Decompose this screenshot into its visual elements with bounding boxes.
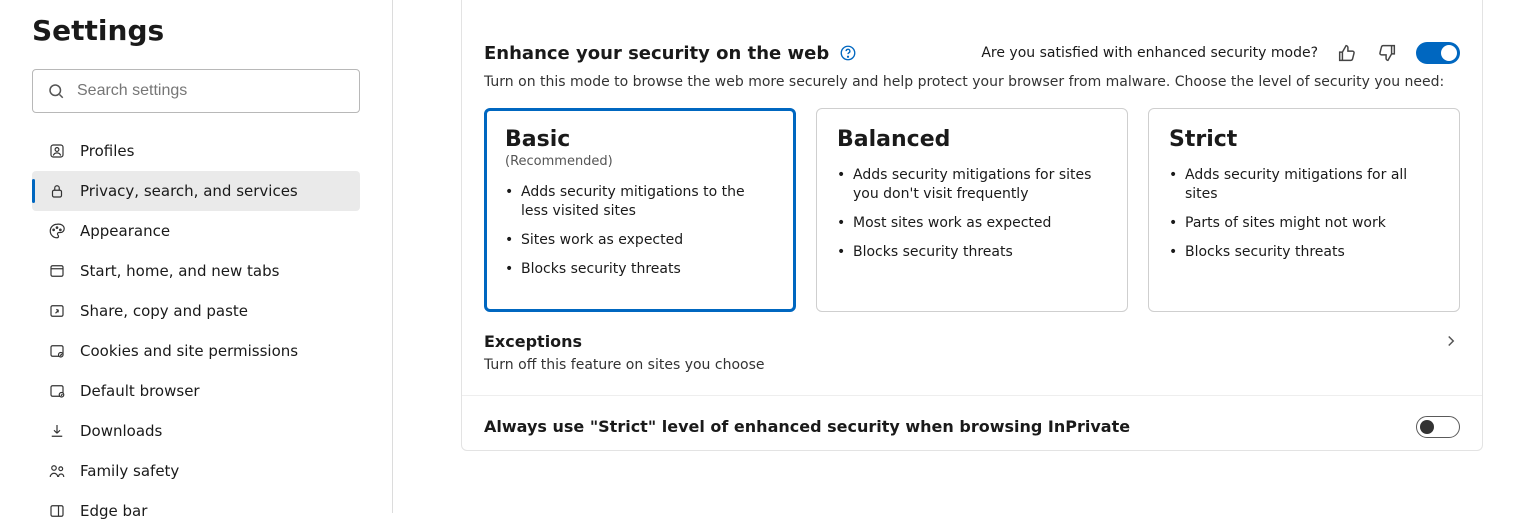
option-title: Strict [1169,127,1439,152]
option-bullet: Blocks security threats [1169,243,1439,262]
option-bullet: Adds security mitigations for all sites [1169,166,1439,204]
option-bullet: Sites work as expected [505,231,775,250]
search-input[interactable] [77,82,345,100]
download-icon [48,422,66,440]
page-title: Settings [32,14,360,47]
sidebar-item-label: Privacy, search, and services [80,182,298,200]
security-option-strict[interactable]: Strict Adds security mitigations for all… [1148,108,1460,312]
sidebar-item-label: Start, home, and new tabs [80,262,279,280]
sidebar-item-edge-bar[interactable]: Edge bar [32,491,360,531]
cookie-icon [48,342,66,360]
search-icon [47,82,65,100]
security-section-title: Enhance your security on the web [484,43,829,64]
sidebar-item-label: Share, copy and paste [80,302,248,320]
profile-icon [48,142,66,160]
exceptions-desc: Turn off this feature on sites you choos… [462,351,1482,383]
thumbs-up-icon[interactable] [1336,42,1358,64]
sidebar-item-default-browser[interactable]: Default browser [32,371,360,411]
lock-icon [48,182,66,200]
security-option-basic[interactable]: Basic (Recommended) Adds security mitiga… [484,108,796,312]
option-title: Balanced [837,127,1107,152]
security-card: Enhance your security on the web Are you… [461,0,1483,451]
sidebar-item-start[interactable]: Start, home, and new tabs [32,251,360,291]
sidebar-nav: Profiles Privacy, search, and services A… [32,131,360,531]
sidebar-item-share[interactable]: Share, copy and paste [32,291,360,331]
exceptions-row[interactable]: Exceptions [462,312,1482,351]
security-option-balanced[interactable]: Balanced Adds security mitigations for s… [816,108,1128,312]
option-bullet: Most sites work as expected [837,214,1107,233]
palette-icon [48,222,66,240]
security-section-desc: Turn on this mode to browse the web more… [462,64,1482,90]
sidebar-item-label: Downloads [80,422,162,440]
option-bullet: Adds security mitigations for sites you … [837,166,1107,204]
sidebar-item-profiles[interactable]: Profiles [32,131,360,171]
inprivate-strict-row: Always use "Strict" level of enhanced se… [462,396,1482,438]
share-icon [48,302,66,320]
sidebar-item-label: Appearance [80,222,170,240]
sidebar-item-label: Family safety [80,462,179,480]
exceptions-title: Exceptions [484,332,582,351]
sidebar-icon [48,502,66,520]
security-mode-toggle[interactable] [1416,42,1460,64]
help-icon[interactable] [839,44,857,62]
sidebar-item-label: Default browser [80,382,200,400]
inprivate-strict-toggle[interactable] [1416,416,1460,438]
thumbs-down-icon[interactable] [1376,42,1398,64]
family-icon [48,462,66,480]
option-bullet: Parts of sites might not work [1169,214,1439,233]
sidebar-item-cookies[interactable]: Cookies and site permissions [32,331,360,371]
sidebar-item-appearance[interactable]: Appearance [32,211,360,251]
option-title: Basic [505,127,775,152]
sidebar-item-label: Edge bar [80,502,147,520]
sidebar-item-downloads[interactable]: Downloads [32,411,360,451]
sidebar-item-privacy[interactable]: Privacy, search, and services [32,171,360,211]
browser-icon [48,382,66,400]
option-bullet: Blocks security threats [837,243,1107,262]
option-bullet: Blocks security threats [505,260,775,279]
window-icon [48,262,66,280]
chevron-right-icon [1442,332,1460,350]
search-container[interactable] [32,69,360,113]
sidebar-item-family[interactable]: Family safety [32,451,360,491]
sidebar-item-label: Profiles [80,142,134,160]
inprivate-strict-title: Always use "Strict" level of enhanced se… [484,417,1130,436]
sidebar-item-label: Cookies and site permissions [80,342,298,360]
option-subtitle: (Recommended) [505,154,775,169]
option-bullet: Adds security mitigations to the less vi… [505,183,775,221]
feedback-question: Are you satisfied with enhanced security… [981,45,1318,61]
